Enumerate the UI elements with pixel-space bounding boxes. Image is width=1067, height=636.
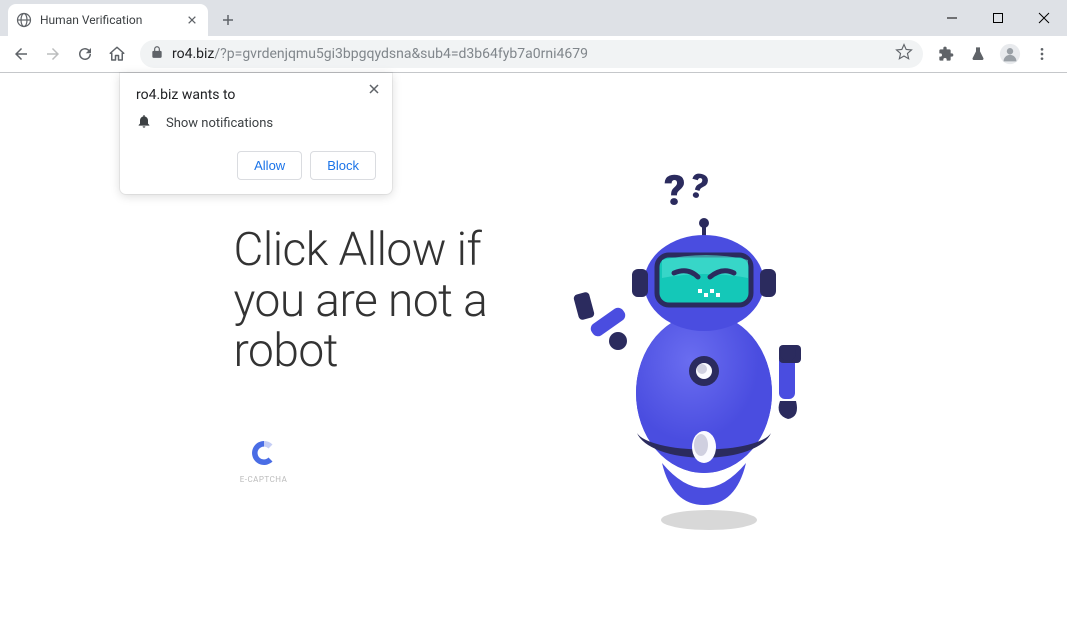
browser-toolbar: ro4.biz/?p=gvrdenjqmu5gi3bpgqydsna&sub4=… xyxy=(0,36,1067,72)
home-button[interactable] xyxy=(102,39,132,69)
labs-icon[interactable] xyxy=(963,39,993,69)
tab-title: Human Verification xyxy=(40,13,176,27)
globe-icon xyxy=(16,12,32,28)
tab-close-icon[interactable] xyxy=(184,12,200,28)
robot-illustration: ? ? xyxy=(554,165,834,545)
profile-icon[interactable] xyxy=(995,39,1025,69)
menu-icon[interactable] xyxy=(1027,39,1057,69)
svg-text:?: ? xyxy=(685,165,712,208)
star-icon[interactable] xyxy=(895,43,913,65)
allow-button[interactable]: Allow xyxy=(237,151,302,180)
window-close-button[interactable] xyxy=(1021,0,1067,36)
popup-request-text: Show notifications xyxy=(166,116,273,131)
tab-strip: Human Verification xyxy=(0,0,1067,36)
bell-icon xyxy=(136,113,152,133)
window-minimize-button[interactable] xyxy=(929,0,975,36)
url-text: ro4.biz/?p=gvrdenjqmu5gi3bpgqydsna&sub4=… xyxy=(172,46,887,62)
captcha-logo: E-CAPTCHA xyxy=(234,437,294,484)
block-button[interactable]: Block xyxy=(310,151,376,180)
reload-button[interactable] xyxy=(70,39,100,69)
svg-text:?: ? xyxy=(664,167,685,216)
lock-icon xyxy=(150,45,164,63)
page-content: ro4.biz wants to Show notifications Allo… xyxy=(0,73,1067,636)
browser-tab[interactable]: Human Verification xyxy=(8,4,208,36)
address-bar[interactable]: ro4.biz/?p=gvrdenjqmu5gi3bpgqydsna&sub4=… xyxy=(140,40,923,68)
captcha-label: E-CAPTCHA xyxy=(240,475,288,484)
back-button[interactable] xyxy=(6,39,36,69)
forward-button[interactable] xyxy=(38,39,68,69)
captcha-c-icon xyxy=(248,437,280,469)
extensions-icon[interactable] xyxy=(931,39,961,69)
new-tab-button[interactable] xyxy=(214,6,242,34)
popup-title: ro4.biz wants to xyxy=(136,87,376,103)
notification-permission-popup: ro4.biz wants to Show notifications Allo… xyxy=(120,73,392,194)
popup-close-icon[interactable] xyxy=(364,79,384,99)
page-headline: Click Allow if you are not a robot xyxy=(234,225,514,377)
window-maximize-button[interactable] xyxy=(975,0,1021,36)
